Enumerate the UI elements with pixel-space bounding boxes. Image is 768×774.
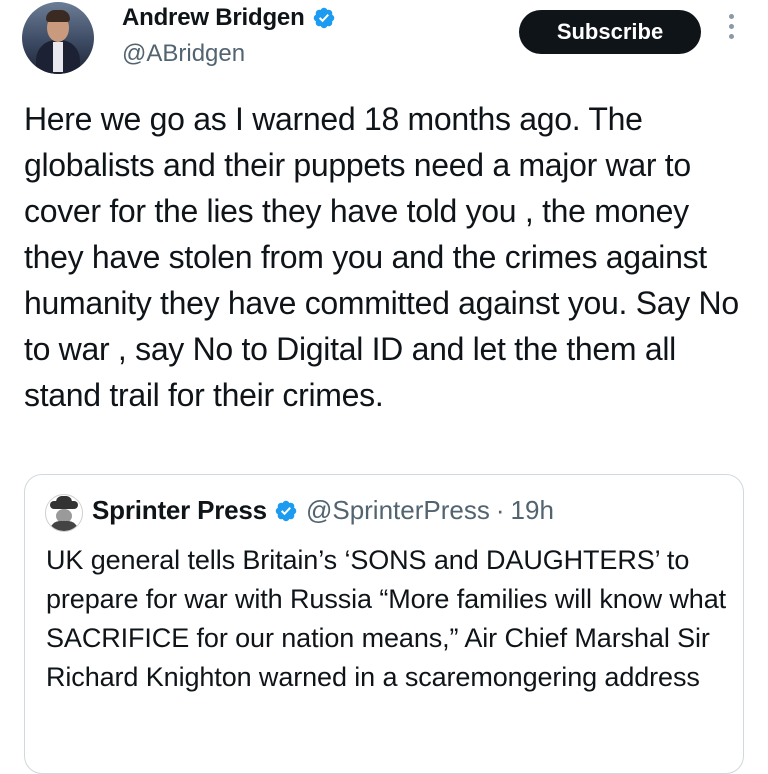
avatar-shirt (53, 42, 63, 72)
author-handle[interactable]: @ABridgen (122, 40, 245, 68)
quoted-handle[interactable]: @SprinterPress (306, 495, 490, 526)
separator-dot: · (495, 495, 505, 525)
verified-badge-icon (275, 500, 297, 521)
avatar-hair (46, 10, 70, 22)
verified-badge-icon (313, 7, 334, 29)
author-name-row[interactable]: Andrew Bridgen (122, 4, 336, 32)
more-dot (728, 24, 734, 29)
quoted-tweet-card[interactable]: Sprinter Press @SprinterPress · 19h UK g… (24, 474, 744, 774)
more-dot (728, 14, 734, 19)
author-avatar[interactable] (22, 2, 94, 74)
subscribe-button[interactable]: Subscribe (519, 10, 701, 54)
more-options-icon[interactable] (723, 14, 739, 50)
quoted-timestamp[interactable]: 19h (511, 495, 554, 526)
more-dot (728, 34, 734, 39)
quoted-display-name[interactable]: Sprinter Press (92, 495, 267, 526)
avatar-body (50, 521, 78, 531)
quoted-author-avatar[interactable] (45, 494, 83, 532)
quoted-tweet-header: Sprinter Press @SprinterPress · 19h (92, 495, 554, 526)
avatar-hat-brim (50, 501, 78, 509)
author-display-name[interactable]: Andrew Bridgen (122, 4, 305, 32)
tweet-text: Here we go as I warned 18 months ago. Th… (24, 101, 739, 413)
quoted-tweet-text: UK general tells Britain’s ‘SONS and DAU… (46, 545, 727, 692)
